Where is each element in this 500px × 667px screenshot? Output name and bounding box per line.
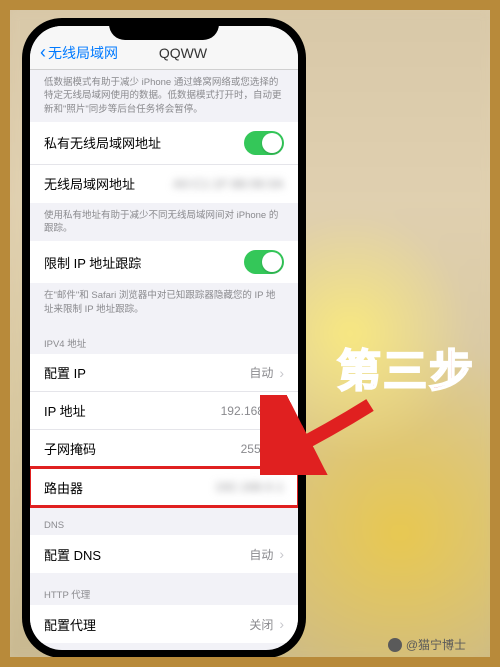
router-row[interactable]: 路由器 192.168.0.1 (30, 468, 298, 506)
configure-proxy-row[interactable]: 配置代理 关闭 › (30, 605, 298, 643)
ipv4-section-header: IPV4 地址 (30, 322, 298, 354)
paw-icon (388, 638, 402, 652)
private-address-row[interactable]: 私有无线局域网地址 (30, 122, 298, 165)
configure-ip-value: 自动 (249, 364, 273, 381)
router-label: 路由器 (44, 478, 215, 497)
limit-tracking-toggle[interactable] (244, 250, 284, 274)
configure-dns-row[interactable]: 配置 DNS 自动 › (30, 535, 298, 573)
ip-address-label: IP 地址 (44, 401, 221, 420)
configure-dns-label: 配置 DNS (44, 545, 249, 564)
configure-proxy-label: 配置代理 (44, 615, 249, 634)
chevron-right-icon: › (279, 546, 284, 562)
subnet-mask-row: 子网掩码 255.255 (30, 430, 298, 468)
phone-frame: ‹ 无线局域网 QQWW 低数据模式有助于减少 iPhone 通过蜂窝网络或您选… (22, 18, 306, 658)
wifi-address-value: A0:C1:1F:88:06:0A (173, 177, 284, 191)
phone-screen: ‹ 无线局域网 QQWW 低数据模式有助于减少 iPhone 通过蜂窝网络或您选… (30, 26, 298, 650)
ip-address-row: IP 地址 192.168.0.2 (30, 392, 298, 430)
credit-badge: @猫宁博士 (388, 636, 466, 653)
subnet-mask-label: 子网掩码 (44, 439, 241, 458)
private-address-toggle[interactable] (244, 131, 284, 155)
limit-tracking-label: 限制 IP 地址跟踪 (44, 253, 244, 272)
wifi-address-label: 无线局域网地址 (44, 174, 173, 193)
step-callout: 第三步 (337, 335, 475, 399)
dns-section-header: DNS (30, 506, 298, 535)
configure-dns-value: 自动 (249, 546, 273, 563)
configure-ip-label: 配置 IP (44, 363, 249, 382)
arrow-icon (260, 395, 380, 475)
limit-tracking-note: 在"邮件"和 Safari 浏览器中对已知跟踪器隐藏您的 IP 地址来限制 IP… (30, 283, 298, 322)
nav-title: QQWW (78, 45, 288, 61)
configure-ip-row[interactable]: 配置 IP 自动 › (30, 354, 298, 392)
chevron-right-icon: › (279, 365, 284, 381)
wifi-address-row: 无线局域网地址 A0:C1:1F:88:06:0A (30, 165, 298, 203)
private-address-label: 私有无线局域网地址 (44, 133, 244, 152)
private-address-note: 使用私有地址有助于减少不同无线局域网间对 iPhone 的跟踪。 (30, 203, 298, 242)
chevron-left-icon: ‹ (40, 42, 46, 63)
limit-tracking-row[interactable]: 限制 IP 地址跟踪 (30, 241, 298, 283)
router-value: 192.168.0.1 (215, 480, 284, 494)
configure-proxy-value: 关闭 (249, 616, 273, 633)
phone-notch (109, 18, 219, 40)
chevron-right-icon: › (279, 616, 284, 632)
credit-text: @猫宁博士 (406, 636, 466, 653)
low-data-note: 低数据模式有助于减少 iPhone 通过蜂窝网络或您选择的特定无线局域网使用的数… (30, 70, 298, 122)
http-proxy-section-header: HTTP 代理 (30, 573, 298, 605)
